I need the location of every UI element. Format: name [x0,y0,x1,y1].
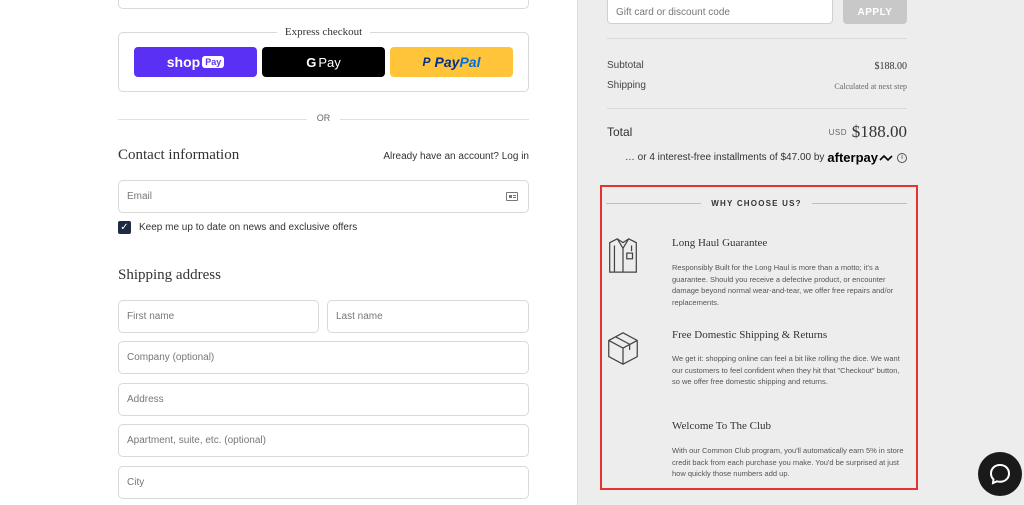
shirt-icon [609,238,637,273]
login-link[interactable]: Log in [502,151,529,162]
shop-pay-badge: Pay [202,56,225,68]
previous-section-edge [118,0,529,9]
box-icon [608,332,638,365]
city-field[interactable]: City [118,466,529,499]
afterpay-arrows-icon [879,154,893,161]
total-currency: USD [828,128,847,137]
chat-button[interactable] [978,452,1022,496]
address-field[interactable]: Address [118,383,529,416]
paypal-label-pay: Pay [434,54,460,70]
why-choose-us-title: WHY CHOOSE US? [701,199,812,208]
google-g-icon: G [306,54,317,70]
afterpay-message: … or 4 interest-free installments of $47… [625,150,907,165]
apartment-placeholder: Apartment, suite, etc. (optional) [127,435,266,446]
company-field[interactable]: Company (optional) [118,341,529,374]
last-name-placeholder: Last name [336,311,383,322]
subtotal-value: $188.00 [874,61,908,72]
shop-pay-label: shop [166,54,201,70]
address-placeholder: Address [127,394,164,405]
last-name-field[interactable]: Last name [327,300,529,333]
subtotal-label: Subtotal [607,60,644,71]
feature-title: Long Haul Guarantee [672,237,768,249]
google-pay-button[interactable]: G Pay [262,47,385,77]
shipping-label: Shipping [607,80,646,91]
or-text: OR [306,113,341,123]
paypal-button[interactable]: P Pay Pal [390,47,513,77]
feature-body: With our Common Club program, you'll aut… [672,446,904,478]
company-placeholder: Company (optional) [127,352,215,363]
total-label: Total [607,125,633,139]
express-checkout-title: Express checkout [276,26,371,38]
total-divider [607,108,907,109]
city-placeholder: City [127,477,145,488]
paypal-logo-icon: P [422,55,431,69]
afterpay-text: … or 4 interest-free installments of $47… [624,152,825,163]
info-icon[interactable]: i [897,152,907,163]
feature-body: We get it: shopping online can feel a bi… [672,354,900,386]
shipping-section-title: Shipping address [118,267,221,283]
total-value: $188.00 [851,122,907,141]
newsletter-option[interactable]: ✓ Keep me up to date on news and exclusi… [118,221,357,234]
discount-code-placeholder: Gift card or discount code [616,6,730,18]
account-prompt-text: Already have an account? [383,151,499,162]
shipping-value: Calculated at next step [834,82,907,91]
google-pay-label: Pay [318,54,341,70]
feature-title: Free Domestic Shipping & Returns [672,329,828,341]
contact-section-title: Contact information [118,147,240,163]
shop-pay-button[interactable]: shop Pay [134,47,257,77]
account-prompt: Already have an account? Log in [340,151,529,162]
discount-code-input[interactable]: Gift card or discount code [607,0,833,24]
first-name-field[interactable]: First name [118,300,319,333]
feature-title: Welcome To The Club [672,420,772,432]
chat-bubble-icon [989,463,1011,485]
summary-divider [607,38,907,39]
contact-card-icon [506,192,518,201]
email-placeholder: Email [127,191,153,202]
apartment-field[interactable]: Apartment, suite, etc. (optional) [118,424,529,457]
newsletter-label: Keep me up to date on news and exclusive… [139,222,358,233]
feature-body: Responsibly Built for the Long Haul is m… [672,263,894,307]
newsletter-checkbox[interactable]: ✓ [118,221,131,234]
first-name-placeholder: First name [127,311,175,322]
express-checkout-box: Express checkout shop Pay G Pay P Pay Pal [118,26,529,92]
apply-button[interactable]: APPLY [843,0,907,24]
email-field[interactable]: Email [118,180,529,213]
or-divider: OR [118,113,529,123]
afterpay-logo: afterpay [827,150,878,165]
paypal-label-pal: Pal [459,54,481,70]
